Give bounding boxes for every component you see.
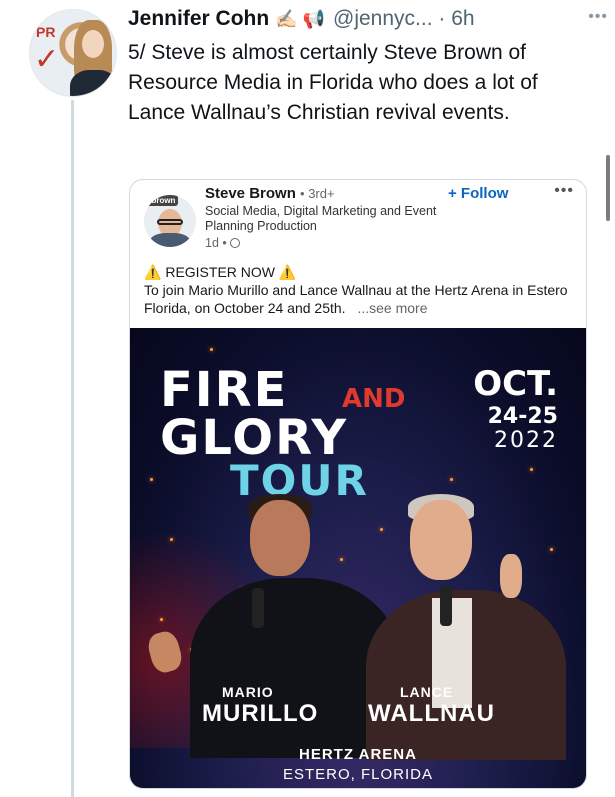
poster-title-and: AND — [342, 384, 406, 414]
globe-icon — [229, 238, 240, 248]
speaker2-last-name: WALLNAU — [368, 700, 495, 727]
speaker1-first-name: MARIO — [222, 684, 274, 700]
connection-degree: • 3rd+ — [300, 186, 335, 201]
microphone-icon — [252, 588, 264, 628]
post-time-text: 1d • — [205, 236, 227, 250]
register-line: REGISTER NOW — [165, 264, 275, 280]
poster-venue: HERTZ ARENA — [299, 746, 417, 763]
author-avatar[interactable]: PR ✓ — [29, 9, 117, 97]
post-body: ⚠️ REGISTER NOW ⚠️ To join Mario Murillo… — [144, 263, 574, 317]
more-dots-icon[interactable]: ••• — [588, 8, 608, 26]
poster-headline: Social Media, Digital Marketing and Even… — [205, 204, 437, 233]
post-time: 1d • — [205, 236, 240, 250]
spark — [150, 478, 153, 481]
avatar-badge: ebrown — [144, 195, 179, 206]
avatar-logo-text: PR — [36, 24, 56, 40]
speaker2-first-name: LANCE — [400, 684, 454, 700]
poster-city: ESTERO, FLORIDA — [282, 766, 434, 783]
speaker2-head — [410, 500, 472, 580]
tweet-text: 5/ Steve is almost certainly Steve Brown… — [128, 41, 538, 124]
speaker1-head — [250, 500, 310, 576]
author-handle-time[interactable]: @jennyc... · 6h — [333, 7, 475, 31]
event-poster: FIRE AND GLORY TOUR OCT. 24-25 2022 MARI… — [130, 328, 586, 788]
poster-month: OCT. — [473, 364, 558, 404]
speaker2-hand — [500, 554, 522, 598]
tweet-header: Jennifer Cohn ✍🏻 📢 @jennyc... · 6h ••• — [128, 6, 608, 32]
spark — [340, 558, 343, 561]
poster-name: Steve Brown — [205, 185, 296, 202]
spark — [380, 528, 383, 531]
speaker1-last-name: MURILLO — [202, 700, 319, 727]
spark — [170, 538, 173, 541]
spark — [450, 478, 453, 481]
microphone-icon — [440, 586, 452, 626]
see-more-link: ...see more — [357, 300, 428, 316]
warning-icon: ⚠️ — [278, 264, 297, 280]
avatar-face — [82, 30, 104, 58]
checkmark-icon: ✓ — [34, 43, 60, 76]
spark — [160, 618, 163, 621]
avatar-glasses — [157, 219, 183, 225]
avatar-shirt — [150, 233, 190, 247]
avatar-body — [70, 70, 116, 96]
spark — [530, 468, 533, 471]
scrollbar[interactable] — [606, 155, 610, 221]
warning-icon: ⚠️ — [144, 264, 162, 280]
poster-name-row: Steve Brown • 3rd+ — [205, 185, 335, 202]
post-menu-icon: ••• — [554, 182, 574, 199]
author-name[interactable]: Jennifer Cohn — [128, 7, 269, 31]
spark — [210, 348, 213, 351]
author-emojis: ✍🏻 📢 — [275, 8, 326, 29]
poster-avatar: ebrown — [144, 195, 196, 247]
poster-days: 24-25 — [487, 404, 558, 429]
follow-button: + Follow — [448, 185, 509, 202]
poster-year: 2022 — [494, 428, 558, 453]
thread-line — [71, 100, 74, 797]
event-description: To join Mario Murillo and Lance Wallnau … — [144, 282, 568, 316]
embedded-image[interactable]: ebrown Steve Brown • 3rd+ + Follow ••• S… — [129, 179, 587, 789]
spark — [550, 548, 553, 551]
